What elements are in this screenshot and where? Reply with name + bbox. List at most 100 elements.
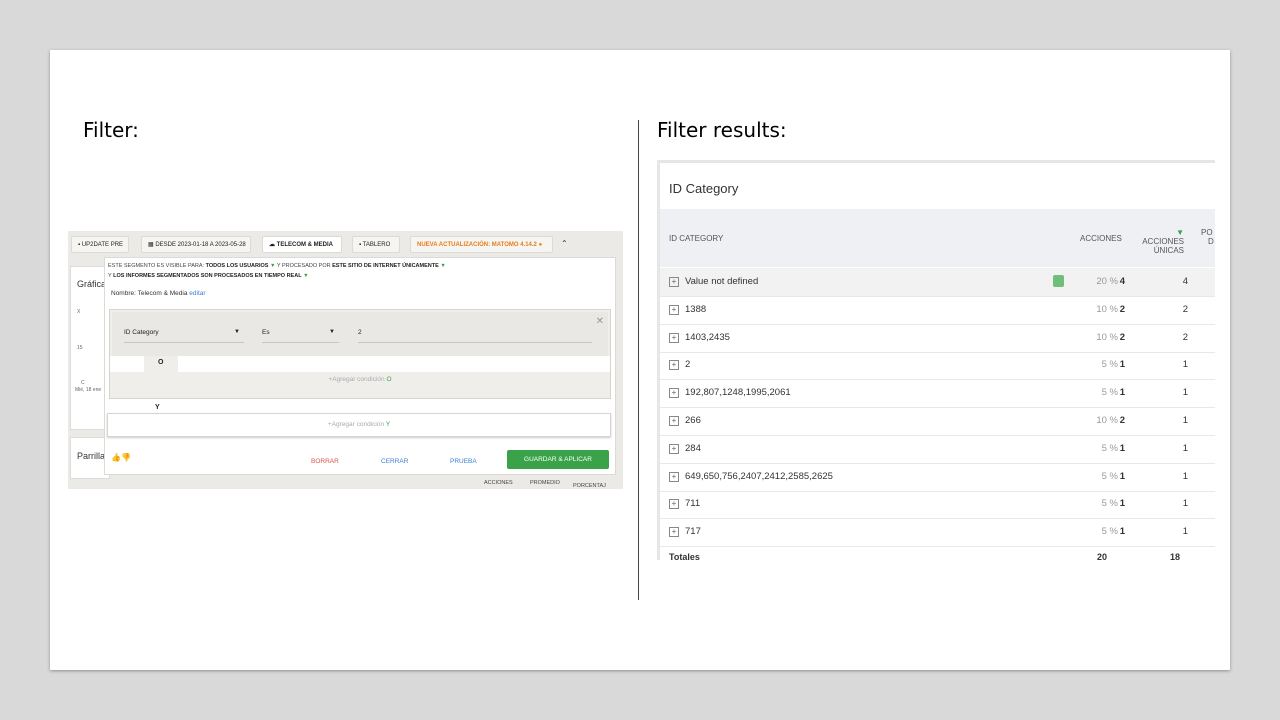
row-label: 711 — [685, 498, 701, 510]
thumbs-icon[interactable]: 👍👎 — [111, 453, 131, 462]
add-or-condition-link[interactable]: +Agregar condición O — [110, 376, 610, 383]
site-selector-label: TELECOM & MEDIA — [276, 242, 334, 248]
row-unique: 1 — [1182, 387, 1188, 399]
expand-icon[interactable]: + — [669, 443, 679, 454]
dimension-select[interactable]: ID Category ▼ — [124, 323, 244, 343]
table-row[interactable]: +717 5 % 1 1 — [660, 518, 1215, 548]
condition-value: 2 — [358, 329, 362, 336]
table-row[interactable]: +266 10 % 2 1 — [660, 407, 1215, 436]
caret-down-icon[interactable]: ▼ — [440, 263, 445, 269]
table-row[interactable]: +1403,2435 10 % 2 2 — [660, 324, 1215, 353]
add-or-label: +Agregar condición — [328, 376, 385, 383]
row-unique: 2 — [1182, 303, 1188, 315]
col-header-more[interactable]: PO D — [1201, 228, 1214, 246]
segment-selector-label: UP2DATE PRE — [81, 242, 124, 248]
row-percent: 20 % — [1096, 276, 1118, 287]
delete-button[interactable]: BORRAR — [311, 458, 339, 465]
dashboard-button[interactable]: ▪ TABLERO — [352, 236, 400, 253]
visitor-profile-icon[interactable] — [1053, 275, 1064, 287]
row-actions: 4 — [1119, 276, 1125, 287]
visibility-select[interactable]: TODOS LOS USUARIOS — [206, 263, 269, 269]
table-row[interactable]: +2 5 % 1 1 — [660, 351, 1215, 381]
realtime-select[interactable]: LOS INFORMES SEGMENTADOS SON PROCESADOS … — [113, 273, 301, 279]
save-and-apply-button[interactable]: GUARDAR & APLICAR — [507, 450, 609, 469]
row-label: 192,807,1248,1995,2061 — [685, 387, 791, 399]
segment-editor-panel: ESTE SEGMENTO ES VISIBLE PARA: TODOS LOS… — [104, 257, 616, 475]
row-label: 649,650,756,2407,2412,2585,2625 — [685, 470, 833, 482]
row-actions: 1 — [1119, 526, 1125, 538]
update-notice-label: NUEVA ACTUALIZACIÓN: MATOMO 4.14.2 — [417, 242, 537, 248]
add-and-suffix: Y — [385, 421, 391, 428]
row-unique: 1 — [1182, 415, 1188, 426]
row-percent: 5 % — [1101, 359, 1118, 371]
row-label: 1403,2435 — [685, 331, 730, 343]
row-label: 717 — [685, 526, 701, 538]
expand-icon[interactable]: + — [669, 277, 679, 287]
update-notice-button[interactable]: NUEVA ACTUALIZACIÓN: MATOMO 4.14.2 ● — [410, 236, 553, 253]
toolbar: ▪ UP2DATE PRE ▦ DESDE 2023-01-18 A 2023-… — [68, 231, 623, 257]
footer-col-actions: ACCIONES — [484, 480, 513, 486]
divider — [638, 120, 639, 600]
row-unique: 1 — [1182, 526, 1188, 538]
col-header-unique-actions[interactable]: ▼ ACCIONES ÚNICAS — [1136, 228, 1184, 255]
test-button[interactable]: PRUEBA — [450, 458, 477, 465]
segment-name-label: Nombre: Telecom & Media — [111, 290, 188, 297]
caret-down-icon[interactable]: ▼ — [303, 273, 308, 279]
filter-results-heading: Filter results: — [657, 118, 787, 142]
caret-down-icon[interactable]: ▼ — [270, 263, 275, 269]
row-label: 266 — [685, 415, 701, 426]
table-row[interactable]: +649,650,756,2407,2412,2585,2625 5 % 1 1 — [660, 463, 1215, 492]
row-actions: 1 — [1119, 498, 1125, 510]
row-unique: 2 — [1182, 331, 1188, 343]
row-actions: 2 — [1119, 303, 1125, 315]
expand-icon[interactable]: + — [669, 527, 679, 538]
close-icon[interactable]: ✕ — [596, 316, 604, 327]
unique-line-1: ACCIONES — [1142, 237, 1184, 246]
row-actions: 2 — [1119, 415, 1125, 426]
graph-title: Gráfica — [77, 279, 107, 289]
row-actions: 1 — [1119, 359, 1125, 371]
results-screenshot: ID Category ID CATEGORY ACCIONES ▼ ACCIO… — [657, 160, 1215, 560]
row-label: 2 — [685, 359, 691, 371]
expand-icon[interactable]: + — [669, 471, 679, 482]
col-header-actions[interactable]: ACCIONES — [1080, 234, 1122, 243]
col-header-id-category[interactable]: ID CATEGORY — [669, 234, 723, 243]
info-icon: ● — [538, 242, 543, 248]
row-label: 284 — [685, 442, 701, 454]
site-selector-button[interactable]: ☁ TELECOM & MEDIA — [262, 236, 342, 253]
segment-selector-button[interactable]: ▪ UP2DATE PRE — [71, 236, 129, 253]
dashboard-label: TABLERO — [362, 242, 391, 248]
row-label: 1388 — [685, 303, 707, 315]
table-row[interactable]: +711 5 % 1 1 — [660, 490, 1215, 520]
table-row[interactable]: + Value not defined 20 % 4 4 — [660, 268, 1215, 297]
add-and-condition-link[interactable]: +Agregar condición Y — [107, 413, 611, 437]
add-and-label: +Agregar condición — [327, 421, 385, 428]
edit-name-link[interactable]: editar — [189, 290, 205, 297]
row-unique: 1 — [1182, 442, 1188, 454]
expand-icon[interactable]: + — [669, 416, 679, 426]
sort-desc-icon: ▼ — [1176, 228, 1184, 237]
value-input[interactable]: 2 — [358, 323, 592, 343]
date-range-button[interactable]: ▦ DESDE 2023-01-18 A 2023-05-28 — [141, 236, 251, 253]
operator-select[interactable]: Es ▼ — [262, 323, 339, 343]
table-row[interactable]: +1388 10 % 2 2 — [660, 296, 1215, 325]
expand-icon[interactable]: + — [669, 360, 679, 371]
table-row[interactable]: +284 5 % 1 1 — [660, 435, 1215, 464]
table-header: ID CATEGORY ACCIONES ▼ ACCIONES ÚNICAS P… — [660, 209, 1215, 267]
or-separator: O — [110, 356, 610, 372]
table-row[interactable]: +192,807,1248,1995,2061 5 % 1 1 — [660, 379, 1215, 409]
close-button[interactable]: CERRAR — [381, 458, 408, 465]
row-percent: 5 % — [1101, 387, 1118, 399]
expand-icon[interactable]: + — [669, 304, 679, 315]
expand-icon[interactable]: + — [669, 499, 679, 510]
and-label: Y — [155, 404, 160, 411]
segment-name: Nombre: Telecom & Media editar — [111, 290, 206, 297]
date-range-label: DESDE 2023-01-18 A 2023-05-28 — [155, 242, 246, 248]
chevron-up-icon[interactable]: ⌃ — [561, 239, 568, 248]
processed-select[interactable]: ESTE SITIO DE INTERNET ÚNICAMENTE — [332, 263, 439, 269]
grid-title: Parrilla — [77, 451, 106, 461]
row-label: Value not defined — [685, 276, 759, 287]
expand-icon[interactable]: + — [669, 388, 679, 399]
expand-icon[interactable]: + — [669, 332, 679, 343]
row-percent: 10 % — [1096, 303, 1118, 315]
